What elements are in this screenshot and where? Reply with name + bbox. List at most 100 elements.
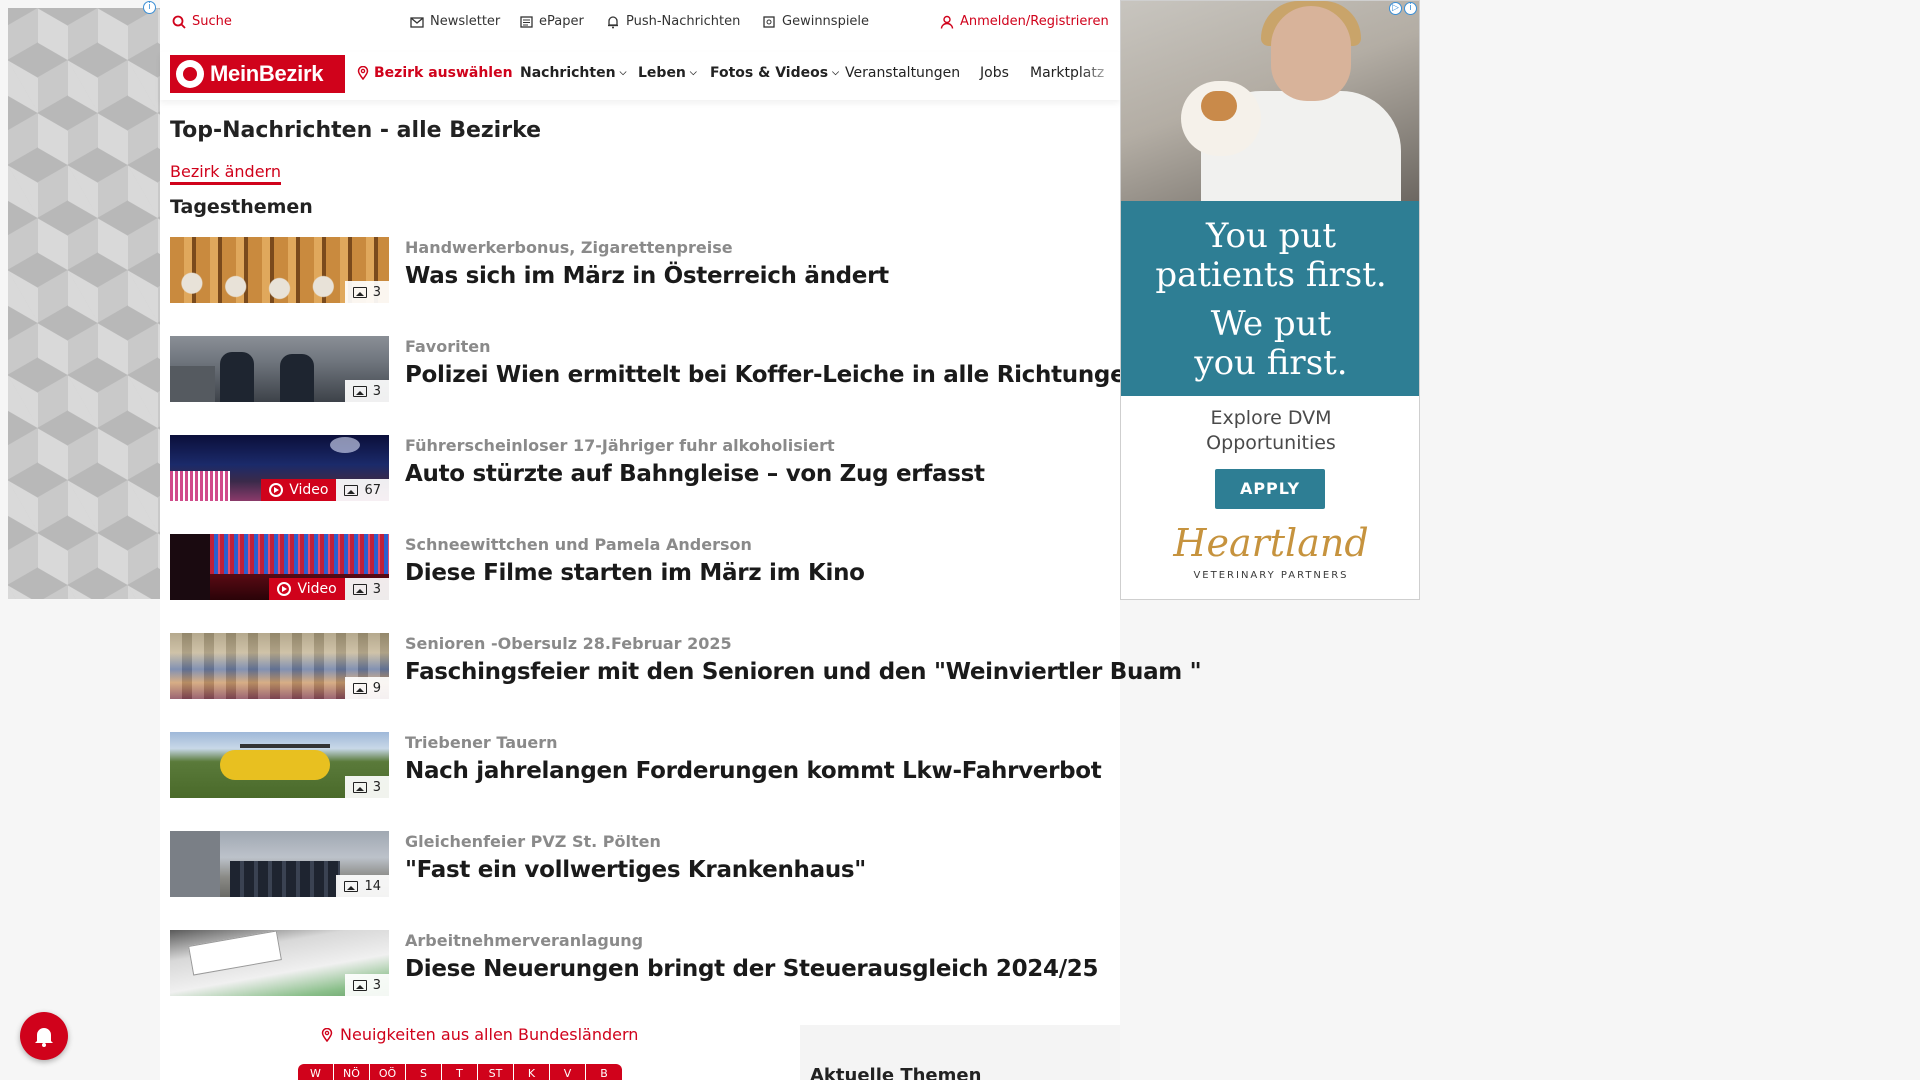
- bezirk-select[interactable]: Bezirk auswählen: [356, 65, 513, 81]
- ad-brand-subtitle: VETERINARY PARTNERS: [1193, 570, 1349, 581]
- bezirk-change-link[interactable]: Bezirk ändern: [170, 162, 281, 185]
- left-skin-ad[interactable]: [8, 8, 160, 599]
- article-thumbnail[interactable]: Video 3: [170, 534, 389, 600]
- ad-info-icon[interactable]: i: [143, 1, 156, 14]
- state-tab[interactable]: K: [514, 1064, 550, 1080]
- article-thumbnail[interactable]: 14: [170, 831, 389, 897]
- nav-leben-label: Leben: [638, 65, 686, 81]
- nav-leben[interactable]: Leben ⌵: [638, 65, 697, 81]
- image-icon: [344, 484, 359, 496]
- article-item[interactable]: 3 Arbeitnehmerveranlagung Diese Neuerung…: [170, 930, 1110, 996]
- article-item[interactable]: 9 Senioren -Obersulz 28.Februar 2025 Fas…: [170, 633, 1202, 699]
- article-thumbnail[interactable]: Video 67: [170, 435, 389, 501]
- article-headline[interactable]: Faschingsfeier mit den Senioren und den …: [405, 659, 1202, 685]
- video-badge: Video: [261, 479, 337, 501]
- nav-veranstaltungen[interactable]: Veranstaltungen: [845, 65, 960, 81]
- article-item[interactable]: 3 Favoriten Polizei Wien ermittelt bei K…: [170, 336, 1142, 402]
- state-tab[interactable]: ST: [478, 1064, 514, 1080]
- gewinnspiele-link[interactable]: Gewinnspiele: [762, 14, 869, 29]
- bundeslaender-link[interactable]: Neuigkeiten aus allen Bundesländern: [320, 1025, 638, 1044]
- main-nav: MeinBezirk Bezirk auswählen Nachrichten …: [160, 52, 1120, 100]
- newsletter-link[interactable]: Newsletter: [410, 14, 500, 29]
- photo-count: 14: [364, 878, 381, 894]
- photo-count-badge: 67: [336, 479, 389, 501]
- login-label: Anmelden/Registrieren: [960, 14, 1109, 29]
- photo-count: 67: [364, 482, 381, 498]
- article-kicker: Handwerkerbonus, Zigarettenpreise: [405, 238, 733, 257]
- video-label: Video: [297, 581, 337, 597]
- bezirk-label: Bezirk auswählen: [374, 65, 513, 81]
- ad-tagline-line: You put: [1206, 216, 1336, 256]
- state-tab[interactable]: B: [586, 1064, 622, 1080]
- photo-count-badge: 3: [344, 578, 389, 600]
- nav-fotos-videos[interactable]: Fotos & Videos ⌵: [710, 65, 839, 81]
- article-item[interactable]: 3 Handwerkerbonus, Zigarettenpreise Was …: [170, 237, 1110, 303]
- aktuelle-themen-title: Aktuelle Themen: [810, 1065, 982, 1080]
- ad-tagline-line: We put: [1210, 304, 1332, 344]
- logo[interactable]: MeinBezirk: [170, 55, 345, 93]
- photo-count: 3: [372, 581, 381, 597]
- ad-tagline-line: you first.: [1194, 343, 1348, 383]
- article-headline[interactable]: Nach jahrelangen Forderungen kommt Lkw-F…: [405, 758, 1102, 784]
- search-icon: [172, 15, 186, 29]
- nav-scroll-fade: [1080, 52, 1120, 100]
- state-tab[interactable]: V: [550, 1064, 586, 1080]
- article-headline[interactable]: Diese Filme starten im März im Kino: [405, 560, 865, 586]
- ad-choices[interactable]: ▷ i: [1389, 2, 1417, 15]
- push-link[interactable]: Push-Nachrichten: [606, 14, 740, 29]
- state-tab[interactable]: T: [442, 1064, 478, 1080]
- ad-explore-text: Explore DVM Opportunities: [1121, 406, 1419, 456]
- photo-count: 3: [372, 779, 381, 795]
- ad-explore-line: Opportunities: [1206, 432, 1336, 454]
- photo-count: 9: [372, 680, 381, 696]
- notification-bell-button[interactable]: [20, 1012, 68, 1060]
- photo-count: 3: [372, 383, 381, 399]
- gift-icon: [763, 15, 775, 28]
- state-tabs: W NÖ OÖ S T ST K V B: [298, 1064, 622, 1080]
- article-headline[interactable]: Was sich im März in Österreich ändert: [405, 263, 889, 289]
- epaper-link[interactable]: ePaper: [519, 14, 584, 29]
- article-item[interactable]: Video 67 Führerscheinloser 17-Jähriger f…: [170, 435, 1110, 501]
- logo-text: MeinBezirk: [210, 61, 324, 86]
- nav-jobs[interactable]: Jobs: [980, 65, 1009, 81]
- photo-count: 3: [372, 977, 381, 993]
- right-ad-banner[interactable]: You put patients first. We put you first…: [1120, 0, 1420, 600]
- state-tab[interactable]: S: [406, 1064, 442, 1080]
- article-item[interactable]: 14 Gleichenfeier PVZ St. Pölten "Fast ei…: [170, 831, 1110, 897]
- article-item[interactable]: Video 3 Schneewittchen und Pamela Anders…: [170, 534, 1110, 600]
- state-tab[interactable]: NÖ: [334, 1064, 370, 1080]
- article-thumbnail[interactable]: 3: [170, 732, 389, 798]
- ad-info-icon[interactable]: i: [1404, 2, 1417, 15]
- article-headline[interactable]: Polizei Wien ermittelt bei Koffer-Leiche…: [405, 362, 1142, 388]
- photo-count-badge: 3: [344, 281, 389, 303]
- article-headline[interactable]: Auto stürzte auf Bahngleise – von Zug er…: [405, 461, 985, 487]
- article-thumbnail[interactable]: 3: [170, 336, 389, 402]
- image-icon: [344, 880, 359, 892]
- play-icon: [269, 483, 284, 497]
- article-headline[interactable]: Diese Neuerungen bringt der Steuerausgle…: [405, 956, 1099, 982]
- nav-nachrichten[interactable]: Nachrichten ⌵: [520, 65, 626, 81]
- ad-choices-icon[interactable]: ▷: [1389, 2, 1402, 15]
- search-link[interactable]: Suche: [172, 14, 232, 29]
- location-pin-icon: [321, 1027, 333, 1042]
- article-item[interactable]: 3 Triebener Tauern Nach jahrelangen Ford…: [170, 732, 1110, 798]
- article-thumbnail[interactable]: 9: [170, 633, 389, 699]
- newsletter-label: Newsletter: [430, 14, 501, 29]
- article-kicker: Arbeitnehmerveranlagung: [405, 931, 644, 950]
- ad-apply-button[interactable]: APPLY: [1215, 469, 1325, 509]
- chevron-down-icon: ⌵: [619, 68, 627, 78]
- bell-icon: [35, 1028, 53, 1047]
- image-icon: [352, 781, 367, 793]
- article-thumbnail[interactable]: 3: [170, 237, 389, 303]
- photo-count: 3: [372, 284, 381, 300]
- epaper-label: ePaper: [539, 14, 584, 29]
- login-link[interactable]: Anmelden/Registrieren: [940, 14, 1109, 29]
- state-tab[interactable]: OÖ: [370, 1064, 406, 1080]
- state-tab[interactable]: W: [298, 1064, 334, 1080]
- nav-jobs-label: Jobs: [980, 65, 1009, 81]
- article-headline[interactable]: "Fast ein vollwertiges Krankenhaus": [405, 857, 866, 883]
- main-content: Suche Newsletter ePaper Push-Nachrichten…: [160, 0, 1202, 1080]
- nav-fotos-videos-label: Fotos & Videos: [710, 65, 829, 81]
- article-thumbnail[interactable]: 3: [170, 930, 389, 996]
- ad-tagline-line: patients first.: [1155, 255, 1387, 295]
